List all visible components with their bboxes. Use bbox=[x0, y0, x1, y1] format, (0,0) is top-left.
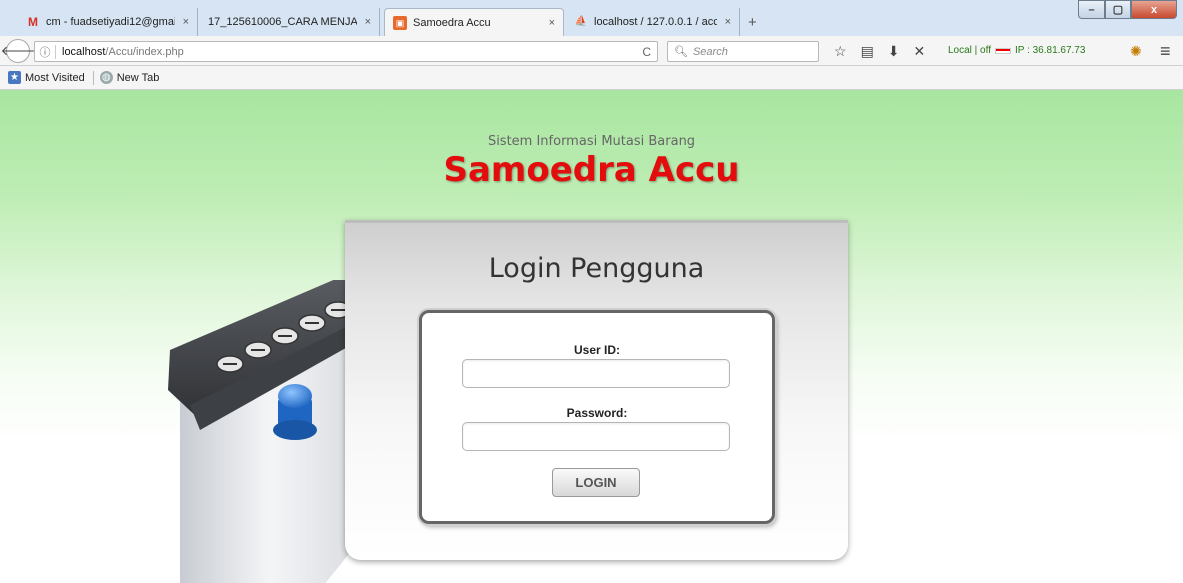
password-input[interactable] bbox=[462, 422, 730, 451]
tab-gmail[interactable]: M cm - fuadsetiyadi12@gmai... × bbox=[18, 8, 198, 36]
minimize-button[interactable]: – bbox=[1078, 0, 1105, 19]
close-tab-icon[interactable]: × bbox=[365, 16, 371, 28]
bookmarks-bar: ★ Most Visited ◍ New Tab bbox=[0, 66, 1183, 90]
login-form: User ID: Password: LOGIN bbox=[419, 310, 775, 524]
search-icon: 🔍︎ bbox=[674, 46, 688, 58]
search-placeholder: Search bbox=[692, 45, 728, 58]
bookmark-new-tab[interactable]: ◍ New Tab bbox=[99, 71, 160, 84]
divider bbox=[92, 70, 94, 85]
tab-phpmyadmin[interactable]: ⛵ localhost / 127.0.0.1 / accu ... × bbox=[566, 8, 740, 36]
page-title: Samoedra Accu bbox=[443, 150, 740, 190]
ip-address: IP : 36.81.67.73 bbox=[1015, 45, 1086, 56]
phpmyadmin-icon: ⛵ bbox=[574, 16, 588, 27]
reading-list-icon[interactable]: ▤ bbox=[861, 43, 874, 60]
tab-label: localhost / 127.0.0.1 / accu ... bbox=[594, 16, 717, 28]
new-tab-button[interactable]: + bbox=[748, 14, 757, 31]
gmail-icon: M bbox=[28, 15, 38, 29]
navigation-bar: 🡐 ⓘ localhost /Accu/index.php C 🔍︎ Searc… bbox=[0, 36, 1183, 66]
close-tab-icon[interactable]: × bbox=[549, 17, 555, 29]
toolbar-icons: ☆ ▤ ⬇ ✕ bbox=[834, 43, 939, 60]
close-tab-icon[interactable]: × bbox=[183, 16, 189, 28]
ip-status[interactable]: Local | off IP : 36.81.67.73 bbox=[948, 45, 1085, 56]
tab-document[interactable]: 17_125610006_CARA MENJALA... × bbox=[200, 8, 380, 36]
close-tab-icon[interactable]: × bbox=[725, 16, 731, 28]
page-subtitle: Sistem Informasi Mutasi Barang bbox=[487, 134, 696, 149]
ip-status-label: Local | off bbox=[948, 45, 991, 56]
menu-icon[interactable]: ≡ bbox=[1160, 41, 1171, 62]
maximize-button[interactable]: ▢ bbox=[1105, 0, 1131, 19]
divider bbox=[55, 44, 56, 59]
bookmark-label: New Tab bbox=[116, 71, 160, 84]
tab-label: Samoedra Accu bbox=[413, 16, 491, 29]
download-icon[interactable]: ⬇ bbox=[888, 43, 900, 60]
password-label: Password: bbox=[566, 406, 628, 420]
bookmark-icon: ★ bbox=[8, 71, 21, 84]
extension-icon[interactable]: ✺ bbox=[1130, 43, 1142, 60]
user-id-label: User ID: bbox=[573, 343, 620, 357]
info-icon[interactable]: ⓘ bbox=[35, 44, 55, 60]
reload-icon[interactable]: C bbox=[642, 45, 651, 59]
search-input[interactable]: 🔍︎ Search bbox=[667, 41, 819, 62]
tab-label: 17_125610006_CARA MENJALA... bbox=[208, 16, 357, 28]
battery-cap bbox=[278, 384, 312, 408]
close-window-button[interactable]: x bbox=[1131, 0, 1177, 19]
login-panel: Login Pengguna User ID: Password: LOGIN bbox=[345, 220, 848, 560]
back-arrow-icon: 🡐 bbox=[0, 43, 36, 58]
x-extension-icon[interactable]: ✕ bbox=[914, 43, 926, 60]
flag-icon bbox=[995, 47, 1011, 54]
address-bar[interactable]: ⓘ localhost /Accu/index.php C bbox=[34, 41, 658, 62]
globe-icon: ◍ bbox=[99, 71, 113, 84]
bookmark-most-visited[interactable]: ★ Most Visited bbox=[8, 71, 85, 84]
page-content: Sistem Informasi Mutasi Barang Samoedra … bbox=[0, 90, 1183, 583]
tab-label: cm - fuadsetiyadi12@gmai... bbox=[46, 16, 175, 28]
url-path: /Accu/index.php bbox=[105, 45, 184, 58]
user-id-input[interactable] bbox=[462, 359, 730, 388]
window-controls: – ▢ x bbox=[1078, 0, 1177, 19]
page-icon: ▣ bbox=[393, 15, 407, 30]
back-button[interactable]: 🡐 bbox=[1, 39, 35, 63]
bookmark-star-icon[interactable]: ☆ bbox=[834, 43, 847, 60]
login-button[interactable]: LOGIN bbox=[552, 468, 640, 497]
url-host: localhost bbox=[62, 45, 106, 58]
tab-samoedra-accu[interactable]: ▣ Samoedra Accu × bbox=[384, 8, 564, 36]
login-heading: Login Pengguna bbox=[488, 253, 705, 284]
bookmark-label: Most Visited bbox=[25, 71, 85, 84]
tab-strip: M cm - fuadsetiyadi12@gmai... × 17_12561… bbox=[0, 0, 1183, 36]
